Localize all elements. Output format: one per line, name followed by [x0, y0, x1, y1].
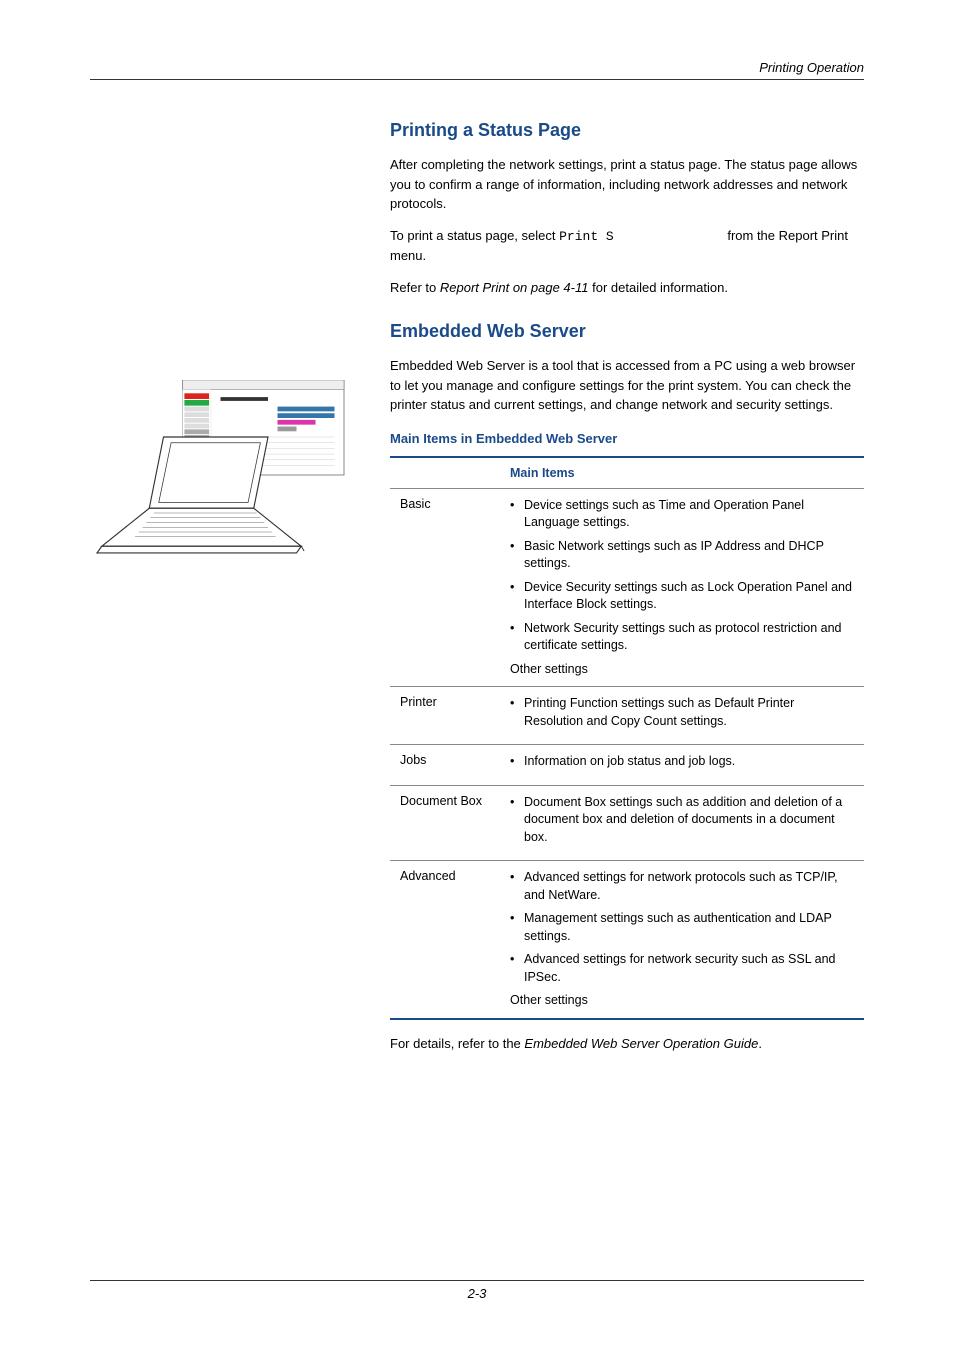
- row-name-cell: Jobs: [390, 745, 500, 786]
- laptop-with-browser-illustration: [90, 380, 370, 560]
- left-column: [90, 120, 370, 1051]
- table-row: Basic•Device settings such as Time and O…: [390, 488, 864, 687]
- row-content-cell: •Advanced settings for network protocols…: [500, 861, 864, 1019]
- table-row: Document Box•Document Box settings such …: [390, 785, 864, 861]
- row-name-cell: Advanced: [390, 861, 500, 1019]
- para-status-howto: To print a status page, select Print S f…: [390, 226, 864, 266]
- bullet-text: Device Security settings such as Lock Op…: [524, 579, 854, 614]
- bullet-dot-icon: •: [510, 951, 524, 986]
- running-header: Printing Operation: [90, 60, 864, 75]
- row-content-cell: •Printing Function settings such as Defa…: [500, 687, 864, 745]
- table-row: Advanced•Advanced settings for network p…: [390, 861, 864, 1019]
- subheading-main-items: Main Items in Embedded Web Server: [390, 431, 864, 446]
- bullet-text: Printing Function settings such as Defau…: [524, 695, 854, 730]
- bullet-text: Document Box settings such as addition a…: [524, 794, 854, 847]
- bullet-dot-icon: •: [510, 538, 524, 573]
- content-area: Printing a Status Page After completing …: [90, 120, 864, 1051]
- bullet-item: •Information on job status and job logs.: [510, 753, 854, 771]
- bullet-dot-icon: •: [510, 794, 524, 847]
- footer-rule: [90, 1280, 864, 1281]
- text-fragment: .: [758, 1036, 762, 1051]
- bullet-dot-icon: •: [510, 497, 524, 532]
- row-content-cell: •Device settings such as Time and Operat…: [500, 488, 864, 687]
- xref-report-print: Report Print on page 4-11: [440, 280, 589, 295]
- table-row: Jobs •Information on job status and job l…: [390, 745, 864, 786]
- bullet-item: •Document Box settings such as addition …: [510, 794, 854, 847]
- para-status-refer: Refer to Report Print on page 4-11 for d…: [390, 278, 864, 298]
- right-column: Printing a Status Page After completing …: [390, 120, 864, 1051]
- xref-ews-guide: Embedded Web Server Operation Guide: [524, 1036, 758, 1051]
- plain-text-line: Other settings: [510, 661, 854, 679]
- bullet-item: •Printing Function settings such as Defa…: [510, 695, 854, 730]
- row-name-cell: Basic: [390, 488, 500, 687]
- page-number: 2-3: [0, 1286, 954, 1301]
- bullet-item: •Device Security settings such as Lock O…: [510, 579, 854, 614]
- table-body: Basic•Device settings such as Time and O…: [390, 488, 864, 1019]
- row-name-cell: Printer: [390, 687, 500, 745]
- bullet-text: Basic Network settings such as IP Addres…: [524, 538, 854, 573]
- plain-text-line: Other settings: [510, 992, 854, 1010]
- table-main-items: Main Items Basic•Device settings such as…: [390, 456, 864, 1020]
- bullet-item: •Network Security settings such as proto…: [510, 620, 854, 655]
- bullet-item: •Basic Network settings such as IP Addre…: [510, 538, 854, 573]
- bullet-item: •Advanced settings for network security …: [510, 951, 854, 986]
- text-fragment: To print a status page, select: [390, 228, 559, 243]
- bullet-text: Device settings such as Time and Operati…: [524, 497, 854, 532]
- bullet-dot-icon: •: [510, 910, 524, 945]
- bullet-text: Information on job status and job logs.: [524, 753, 735, 771]
- heading-printing-status-page: Printing a Status Page: [390, 120, 864, 141]
- bullet-item: •Advanced settings for network protocols…: [510, 869, 854, 904]
- para-ews-intro: Embedded Web Server is a tool that is ac…: [390, 356, 864, 415]
- para-ews-closing: For details, refer to the Embedded Web S…: [390, 1036, 864, 1051]
- row-name-cell: Document Box: [390, 785, 500, 861]
- text-fragment: Refer to: [390, 280, 440, 295]
- bullet-item: •Device settings such as Time and Operat…: [510, 497, 854, 532]
- text-fragment: For details, refer to the: [390, 1036, 524, 1051]
- bullet-dot-icon: •: [510, 579, 524, 614]
- heading-embedded-web-server: Embedded Web Server: [390, 321, 864, 342]
- mono-text: Print S: [559, 229, 614, 244]
- table-header-main-items: Main Items: [500, 457, 864, 489]
- bullet-dot-icon: •: [510, 695, 524, 730]
- header-rule: [90, 79, 864, 80]
- bullet-text: Management settings such as authenticati…: [524, 910, 854, 945]
- table-header-blank: [390, 457, 500, 489]
- bullet-dot-icon: •: [510, 753, 524, 771]
- bullet-text: Advanced settings for network security s…: [524, 951, 854, 986]
- row-content-cell: •Information on job status and job logs.: [500, 745, 864, 786]
- row-content-cell: •Document Box settings such as addition …: [500, 785, 864, 861]
- bullet-item: •Management settings such as authenticat…: [510, 910, 854, 945]
- bullet-dot-icon: •: [510, 620, 524, 655]
- para-status-intro: After completing the network settings, p…: [390, 155, 864, 214]
- table-row: Printer •Printing Function settings such …: [390, 687, 864, 745]
- bullet-dot-icon: •: [510, 869, 524, 904]
- text-fragment: for detailed information.: [589, 280, 728, 295]
- bullet-text: Network Security settings such as protoc…: [524, 620, 854, 655]
- bullet-text: Advanced settings for network protocols …: [524, 869, 854, 904]
